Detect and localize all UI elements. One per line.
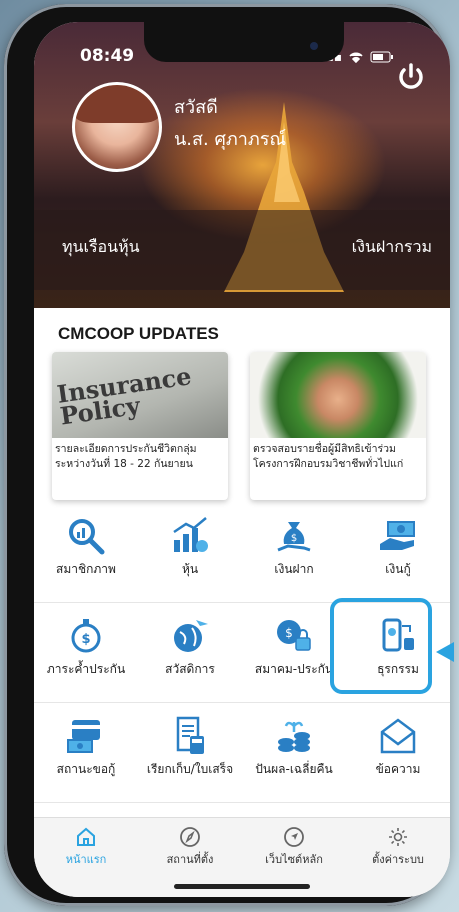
svg-text:$: $ [291,533,297,544]
receipt-calculator-icon [176,716,204,754]
navigation-arrow-icon [284,827,304,847]
status-time: 08:49 [80,46,135,66]
bar-chart-icon [173,517,208,552]
wifi-icon [349,52,363,63]
phone-frame: 08:49 ▪▪ สวัสดี น.ส. ศุภาภรณ์ ทุนเรือนหุ… [4,4,450,906]
home-indicator[interactable] [174,884,310,889]
menu-row-3: สถานะขอกู้ เรียกเก็บ/ใบเสร็จ ปันผล-เฉลี่… [34,702,450,803]
menu-item-shares[interactable]: หุ้น [138,502,242,602]
menu-item-messages[interactable]: ข้อความ [346,702,450,802]
notch [144,22,344,62]
avatar[interactable] [72,82,162,172]
menu-item-loan-status[interactable]: สถานะขอกู้ [34,702,138,802]
nav-location[interactable]: สถานที่ตั้ง [138,826,242,868]
cash-hand-icon [380,521,415,550]
power-icon[interactable] [396,62,426,92]
insurance-policy-image: Insurance Policy [52,352,228,438]
menu-item-guarantee[interactable]: $ ภาระค้ำประกัน [34,602,138,702]
battery-icon [370,51,393,63]
news-caption: ตรวจสอบรายชื่อผู้มีสิทธิเข้าร่วม โครงการ… [253,443,404,470]
nav-home[interactable]: หน้าแรก [34,826,138,868]
gear-icon [389,828,407,846]
greeting-text: สวัสดี [174,97,218,118]
menu-item-membership[interactable]: สมาชิกภาพ [34,502,138,602]
menu-item-dividend[interactable]: ปันผล-เฉลี่ยคืน [242,702,346,802]
updates-title: CMCOOP UPDATES [58,324,219,343]
menu-item-welfare[interactable]: สวัสดิการ [138,602,242,702]
coin-lock-icon: $ [277,620,311,651]
user-name: น.ส. ศุภาภรณ์ [174,129,287,150]
stopwatch-coin-icon: $ [71,619,101,653]
svg-text:$: $ [285,626,293,640]
menu-item-billing-receipt[interactable]: เรียกเก็บ/ใบเสร็จ [138,702,242,802]
app-screen: 08:49 ▪▪ สวัสดี น.ส. ศุภาภรณ์ ทุนเรือนหุ… [34,22,450,897]
svg-text:$: $ [81,632,90,647]
nav-website[interactable]: เว็บไซต์หลัก [242,826,346,868]
globe-plane-icon [174,620,208,652]
share-capital-label[interactable]: ทุนเรือนหุ้น [62,235,140,260]
menu-item-deposit[interactable]: $ เงินฝาก [242,502,346,602]
food-image [250,352,426,438]
money-bag-hand-icon: $ [277,522,311,552]
news-card-training[interactable]: ตรวจสอบรายชื่อผู้มีสิทธิเข้าร่วม โครงการ… [250,352,426,500]
transaction-highlight [330,598,432,694]
news-card-insurance[interactable]: Insurance Policy รายละเอียดการประกันชีวิ… [52,352,228,500]
menu-item-loan[interactable]: เงินกู้ [346,502,450,602]
compass-icon [180,827,200,847]
magnifier-chart-icon [69,519,105,555]
pointer-arrow [436,642,454,662]
menu-row-1: สมาชิกภาพ หุ้น $ เงินฝาก เงินกู้ [34,502,450,603]
news-caption: รายละเอียดการประกันชีวิตกลุ่ม ระหว่างวัน… [55,443,197,470]
total-deposit-label[interactable]: เงินฝากรวม [352,235,432,260]
envelope-icon [380,718,416,754]
coins-plant-icon [278,721,310,752]
card-cash-icon [67,720,100,753]
home-icon [77,827,95,846]
nav-settings[interactable]: ตั้งค่าระบบ [346,826,450,868]
